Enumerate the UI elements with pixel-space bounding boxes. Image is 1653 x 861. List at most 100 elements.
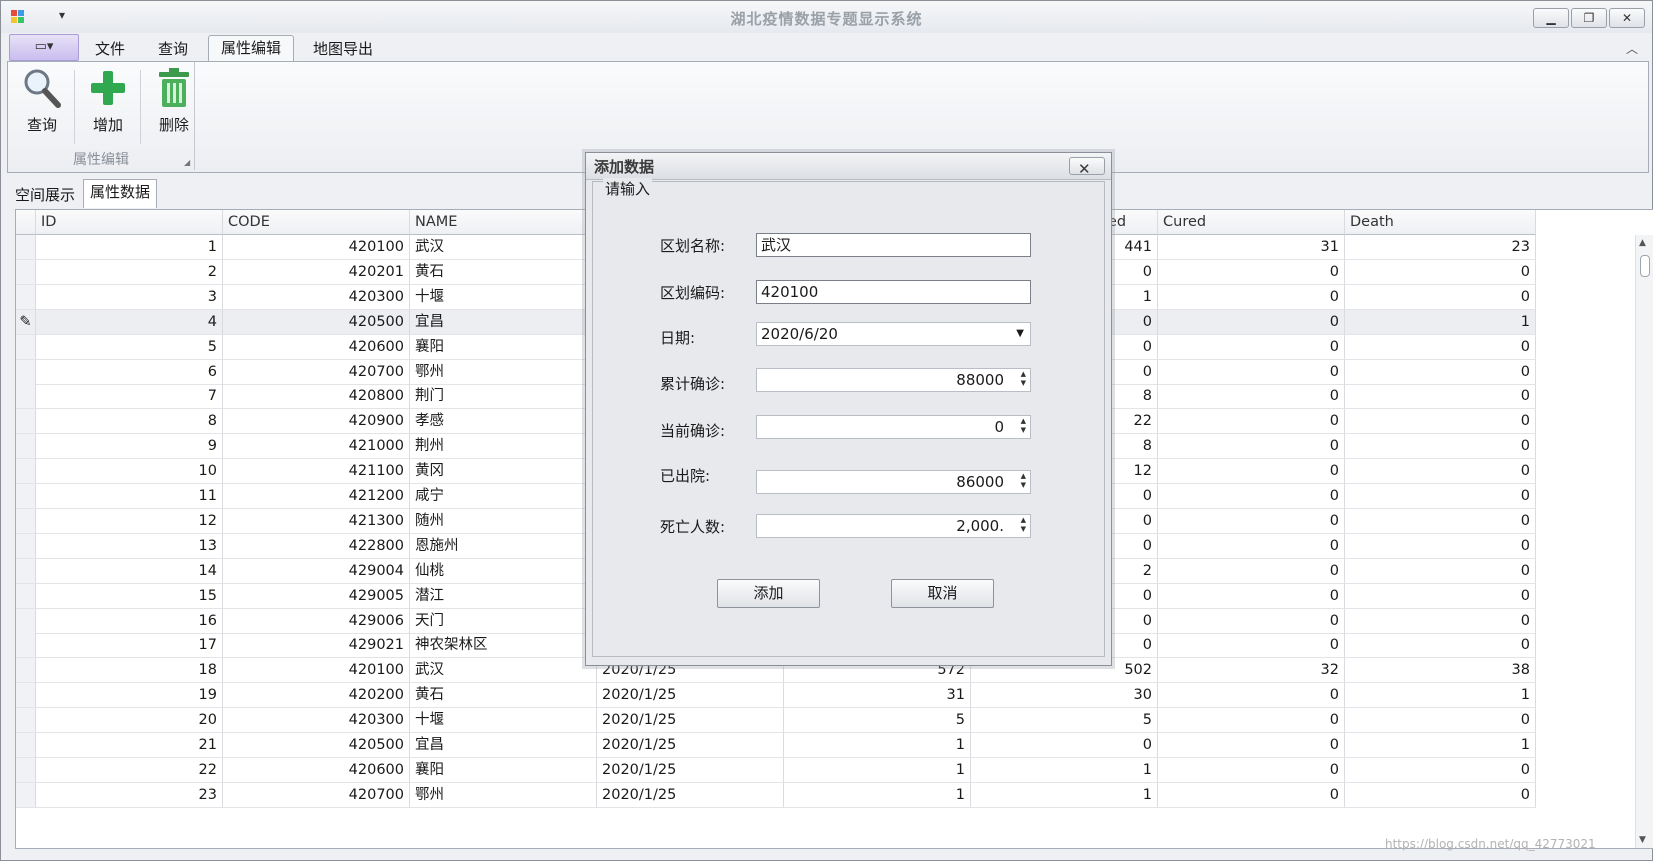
chevron-down-icon[interactable]: ▼	[1016, 323, 1024, 345]
cell-name[interactable]: 武汉	[410, 235, 597, 260]
cell-cured[interactable]: 0	[1158, 409, 1345, 435]
column-header-id[interactable]: ID	[36, 210, 223, 235]
cell-name[interactable]: 仙桃	[410, 558, 597, 584]
cell-cured[interactable]: 0	[1158, 683, 1345, 709]
cell-cured[interactable]: 0	[1158, 733, 1345, 758]
cell-death[interactable]: 0	[1345, 334, 1536, 360]
cell-death[interactable]: 38	[1345, 658, 1536, 684]
cell-id[interactable]: 1	[36, 235, 223, 260]
cell-cured[interactable]: 0	[1158, 757, 1345, 783]
cell-code[interactable]: 421000	[223, 434, 410, 460]
cell-name[interactable]: 襄阳	[410, 334, 597, 360]
cell-confirmed[interactable]: 31	[784, 683, 971, 709]
cell-name[interactable]: 黄石	[410, 683, 597, 709]
cell-name[interactable]: 黄石	[410, 259, 597, 285]
cell-id[interactable]: 15	[36, 583, 223, 609]
cell-name[interactable]: 襄阳	[410, 757, 597, 783]
row-selector[interactable]	[16, 533, 36, 559]
cell-death[interactable]: 1	[1345, 733, 1536, 758]
cell-date[interactable]: 2020/1/25	[597, 757, 784, 783]
row-selector[interactable]	[16, 284, 36, 310]
region-name-input[interactable]: 武汉	[756, 233, 1031, 257]
cell-id[interactable]: 20	[36, 708, 223, 734]
cell-code[interactable]: 420500	[223, 309, 410, 335]
tab-attribute-edit[interactable]: 属性编辑	[208, 35, 295, 62]
cell-name[interactable]: 神农架林区	[410, 633, 597, 659]
cell-confirmed[interactable]: 1	[784, 782, 971, 808]
maximize-button[interactable]: ❐	[1571, 8, 1607, 28]
tab-spatial-view[interactable]: 空间展示	[9, 183, 81, 207]
cell-name[interactable]: 武汉	[410, 658, 597, 684]
row-selector[interactable]	[16, 384, 36, 410]
cell-death[interactable]: 1	[1345, 309, 1536, 335]
cell-cured[interactable]: 0	[1158, 608, 1345, 634]
cell-confirmed[interactable]: 1	[784, 757, 971, 783]
cell-id[interactable]: 21	[36, 733, 223, 758]
cell-death[interactable]: 0	[1345, 484, 1536, 509]
cell-name[interactable]: 宜昌	[410, 309, 597, 335]
cell-confirmed[interactable]: 5	[784, 708, 971, 734]
cell-code[interactable]: 421300	[223, 508, 410, 534]
row-selector[interactable]	[16, 508, 36, 534]
cell-current[interactable]: 30	[971, 683, 1158, 709]
cell-date[interactable]: 2020/1/25	[597, 733, 784, 758]
cell-name[interactable]: 十堰	[410, 284, 597, 310]
cell-code[interactable]: 420600	[223, 334, 410, 360]
tab-file[interactable]: 文件	[83, 37, 137, 61]
cell-cured[interactable]: 0	[1158, 508, 1345, 534]
cell-death[interactable]: 1	[1345, 683, 1536, 709]
cell-cured[interactable]: 0	[1158, 434, 1345, 460]
cell-death[interactable]: 0	[1345, 359, 1536, 385]
cell-cured[interactable]: 0	[1158, 782, 1345, 808]
spin-arrows-icon[interactable]: ▲ ▼	[1021, 417, 1026, 435]
cell-cured[interactable]: 0	[1158, 633, 1345, 659]
cell-death[interactable]: 0	[1345, 434, 1536, 460]
cell-death[interactable]: 0	[1345, 757, 1536, 783]
cell-code[interactable]: 429004	[223, 558, 410, 584]
row-selector[interactable]	[16, 484, 36, 509]
cell-id[interactable]: 10	[36, 459, 223, 485]
cell-cured[interactable]: 0	[1158, 708, 1345, 734]
cell-code[interactable]: 429021	[223, 633, 410, 659]
cell-date[interactable]: 2020/1/25	[597, 782, 784, 808]
cell-death[interactable]: 0	[1345, 384, 1536, 410]
cell-date[interactable]: 2020/1/25	[597, 708, 784, 734]
cell-cured[interactable]: 0	[1158, 583, 1345, 609]
row-selector[interactable]	[16, 359, 36, 385]
cell-name[interactable]: 潜江	[410, 583, 597, 609]
cell-id[interactable]: 4	[36, 309, 223, 335]
cell-cured[interactable]: 0	[1158, 384, 1345, 410]
cell-cured[interactable]: 0	[1158, 259, 1345, 285]
cell-death[interactable]: 0	[1345, 459, 1536, 485]
cell-current[interactable]: 1	[971, 782, 1158, 808]
cell-name[interactable]: 鄂州	[410, 782, 597, 808]
cured-stepper[interactable]: 86000 ▲ ▼	[756, 470, 1031, 494]
cell-code[interactable]: 421100	[223, 459, 410, 485]
cell-death[interactable]: 0	[1345, 782, 1536, 808]
cell-death[interactable]: 0	[1345, 533, 1536, 559]
dialog-close-button[interactable]: ✕	[1069, 157, 1105, 177]
cell-code[interactable]: 429006	[223, 608, 410, 634]
row-selector[interactable]	[16, 583, 36, 609]
application-menu-button[interactable]: ▭▾	[9, 34, 79, 61]
dialog-launcher-icon[interactable]: ◢	[184, 158, 190, 167]
confirmed-stepper[interactable]: 88000 ▲ ▼	[756, 368, 1031, 392]
cell-code[interactable]: 422800	[223, 533, 410, 559]
cell-current[interactable]: 5	[971, 708, 1158, 734]
current-stepper[interactable]: 0 ▲ ▼	[756, 415, 1031, 439]
cell-id[interactable]: 2	[36, 259, 223, 285]
row-selector[interactable]	[16, 733, 36, 758]
cell-death[interactable]: 0	[1345, 409, 1536, 435]
cell-id[interactable]: 9	[36, 434, 223, 460]
cell-id[interactable]: 6	[36, 359, 223, 385]
cell-id[interactable]: 13	[36, 533, 223, 559]
cell-cured[interactable]: 0	[1158, 359, 1345, 385]
cell-name[interactable]: 孝感	[410, 409, 597, 435]
row-selector[interactable]	[16, 658, 36, 684]
cell-current[interactable]: 1	[971, 757, 1158, 783]
minimize-button[interactable]: ▁	[1533, 8, 1569, 28]
chevron-up-icon[interactable]: ︿	[1626, 40, 1638, 57]
add-confirm-button[interactable]: 添加	[717, 579, 820, 608]
cell-cured[interactable]: 0	[1158, 533, 1345, 559]
cell-cured[interactable]: 0	[1158, 309, 1345, 335]
